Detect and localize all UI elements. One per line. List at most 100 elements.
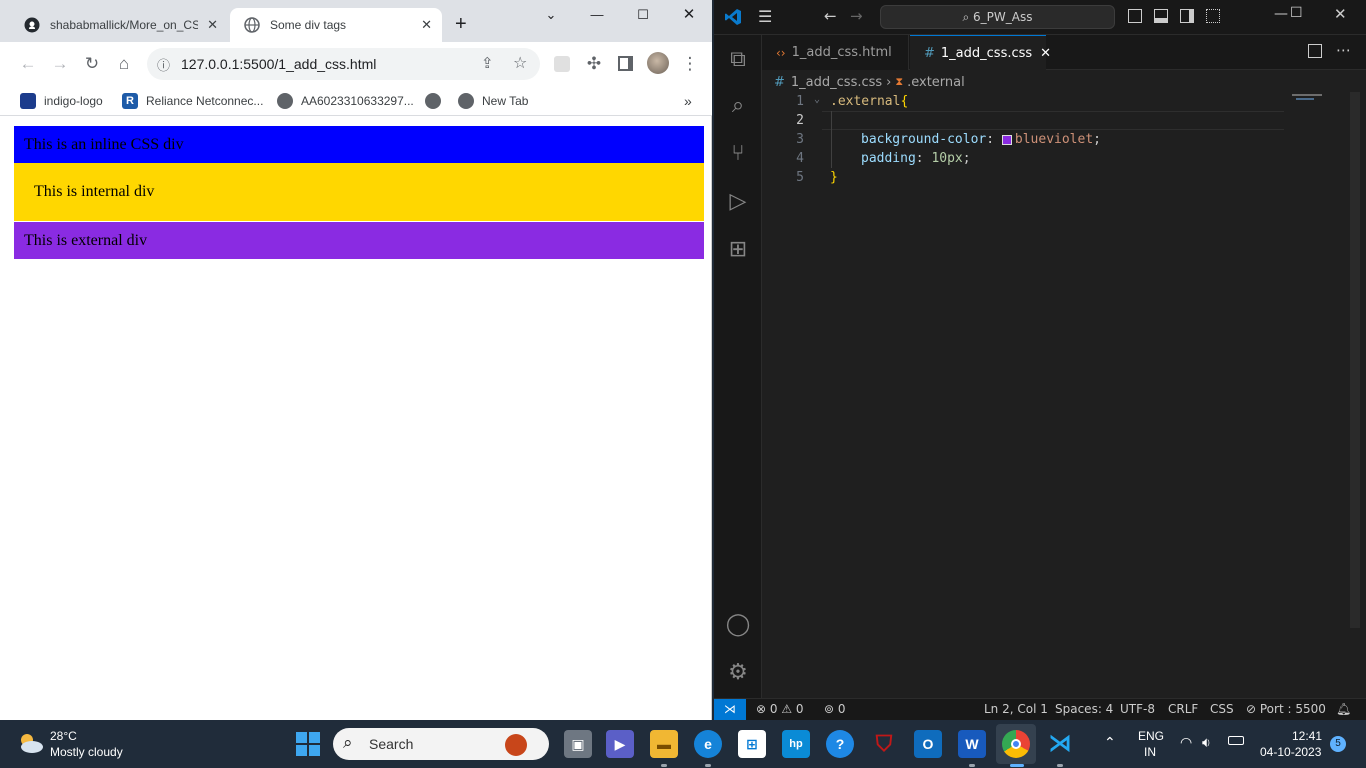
forward-arrow-icon[interactable]: → [48, 52, 72, 76]
outlook-icon[interactable]: O [914, 730, 942, 758]
microsoft-store-icon[interactable]: ⊞ [738, 730, 766, 758]
close-tab-icon[interactable]: ✕ [1040, 46, 1051, 61]
maximize-button[interactable]: ☐ [620, 4, 666, 26]
reload-icon[interactable]: ↻ [80, 52, 104, 76]
clock-time[interactable]: 12:41 [1292, 729, 1322, 743]
avatar[interactable] [647, 52, 669, 74]
language-mode[interactable]: CSS [1210, 702, 1234, 716]
bookmark-untitled[interactable] [425, 91, 449, 111]
line-number: 2 [796, 113, 804, 128]
chrome-toolbar: ← → ↻ ⌂ ⓘ 127.0.0.1:5500/1_add_css.html … [0, 42, 712, 86]
breadcrumb-file[interactable]: 1_add_css.css [791, 75, 882, 90]
notification-badge[interactable]: 5 [1330, 736, 1346, 752]
nav-forward-icon[interactable]: → [850, 7, 863, 25]
end-of-line[interactable]: CRLF [1168, 702, 1198, 716]
close-window-button[interactable]: ✕ [1334, 5, 1347, 23]
tab-html-file[interactable]: ‹› 1_add_css.html [762, 35, 909, 70]
mcafee-icon[interactable]: ⛉ [870, 730, 898, 758]
tab-css-file[interactable]: # 1_add_css.css ✕ [910, 35, 1051, 70]
myhp-icon[interactable]: hp [782, 730, 810, 758]
run-debug-icon[interactable]: ▷ [723, 187, 753, 217]
remote-window-icon[interactable]: ⋊ [714, 699, 746, 720]
maximize-button[interactable]: ☐ [1290, 5, 1303, 21]
vertical-scrollbar[interactable] [1350, 92, 1360, 628]
notifications-bell-icon[interactable]: 🔔︎ [1336, 702, 1351, 716]
vscode-icon[interactable]: ⋊ [1046, 730, 1074, 758]
back-arrow-icon[interactable]: ← [16, 52, 40, 76]
cursor-position[interactable]: Ln 2, Col 1 [984, 702, 1048, 716]
bookmarks-overflow-icon[interactable]: » [684, 91, 692, 111]
code-editor[interactable]: 1 2 3 4 5 ⌄ .external{ background-color:… [762, 92, 1360, 698]
more-actions-icon[interactable]: ⋯ [1336, 41, 1351, 59]
fold-chevron-icon[interactable]: ⌄ [814, 94, 820, 105]
line-number: 3 [796, 132, 804, 147]
color-swatch[interactable] [1001, 134, 1012, 145]
search-icon[interactable]: ⌕ [723, 91, 753, 121]
code-line-4: padding: 10px; [861, 151, 971, 166]
bookmark-indigo[interactable]: indigo-logo [20, 91, 103, 111]
wifi-icon[interactable]: ◠ [1180, 734, 1192, 751]
file-explorer-icon[interactable]: ▬ [650, 730, 678, 758]
extensions-icon[interactable]: ⊞ [723, 235, 753, 265]
command-search-box[interactable]: ⌕ 6_PW_Ass [880, 5, 1115, 29]
close-window-button[interactable]: ✕ [666, 4, 712, 26]
extension-icon[interactable] [554, 56, 570, 72]
task-view-icon[interactable]: ▣ [564, 730, 592, 758]
close-tab-icon[interactable]: ✕ [421, 17, 432, 33]
toggle-panel-icon[interactable] [1154, 9, 1168, 23]
url-text: 127.0.0.1:5500/1_add_css.html [181, 56, 377, 72]
site-info-icon[interactable]: ⓘ [157, 55, 170, 74]
show-hidden-icons-chevron[interactable]: ⌃ [1104, 734, 1116, 751]
settings-gear-icon[interactable]: ⚙ [723, 658, 753, 688]
bookmark-new-tab[interactable]: New Tab [458, 91, 528, 111]
problems-indicator[interactable]: ⊗ 0 ⚠ 0 [756, 702, 804, 716]
accounts-icon[interactable]: ◯ [723, 610, 753, 640]
encoding[interactable]: UTF-8 [1120, 702, 1155, 716]
toggle-secondary-sidebar-icon[interactable] [1180, 9, 1194, 23]
edge-icon[interactable]: e [694, 730, 722, 758]
bookmark-aa602[interactable]: AA6023310633297... [277, 91, 414, 111]
ports-indicator[interactable]: ⊚ 0 [824, 702, 846, 716]
open-brace: { [900, 94, 909, 109]
minimize-button[interactable]: — [574, 4, 620, 26]
more-menu-icon[interactable]: ⋮ [678, 52, 702, 76]
share-icon[interactable]: ⇪ [481, 54, 494, 72]
windows-start-icon[interactable] [296, 732, 320, 756]
nav-back-icon[interactable]: ← [824, 7, 837, 25]
customize-layout-icon[interactable] [1206, 9, 1220, 23]
side-panel-icon[interactable] [618, 56, 633, 71]
get-help-icon[interactable]: ? [826, 730, 854, 758]
breadcrumb-symbol[interactable]: .external [907, 75, 965, 90]
weather-widget[interactable] [16, 732, 44, 757]
hamburger-menu-icon[interactable]: ☰ [758, 7, 772, 26]
battery-icon[interactable] [1228, 736, 1244, 745]
taskbar-search[interactable]: ⌕ Search [333, 728, 549, 760]
language-indicator[interactable]: ENG [1138, 729, 1164, 743]
volume-icon[interactable]: 🔉︎ [1202, 734, 1211, 751]
minimap[interactable] [1292, 92, 1328, 102]
split-editor-icon[interactable] [1308, 44, 1322, 58]
explorer-icon[interactable]: ⧉ [723, 45, 753, 75]
bookmark-star-icon[interactable]: ☆ [513, 53, 527, 73]
bookmark-label: New Tab [482, 94, 529, 108]
word-icon[interactable]: W [958, 730, 986, 758]
css-property: background-color [861, 132, 987, 147]
chrome-icon[interactable] [1002, 730, 1030, 758]
teams-chat-icon[interactable]: ▶ [606, 730, 634, 758]
home-icon[interactable]: ⌂ [112, 52, 136, 76]
minimize-button[interactable]: — [1274, 6, 1288, 22]
tab-search-chevron-icon[interactable]: ⌄ [528, 4, 574, 26]
close-tab-icon[interactable]: ✕ [207, 17, 218, 33]
indentation[interactable]: Spaces: 4 [1055, 702, 1113, 716]
bookmark-reliance[interactable]: R Reliance Netconnec... [122, 91, 263, 111]
address-bar[interactable]: ⓘ 127.0.0.1:5500/1_add_css.html ⇪ ☆ [147, 48, 540, 80]
puzzle-extensions-icon[interactable]: ✣ [582, 52, 606, 76]
tab-title: shababmallick/More_on_CS [50, 18, 198, 32]
new-tab-button[interactable]: + [455, 13, 467, 36]
toggle-primary-sidebar-icon[interactable] [1128, 9, 1142, 23]
live-server-port[interactable]: ⊘ Port : 5500 [1246, 702, 1326, 716]
tab-github[interactable]: shababmallick/More_on_CS ✕ [10, 8, 228, 42]
source-control-icon[interactable]: ⑂ [723, 139, 753, 169]
tab-some-div-tags[interactable]: Some div tags ✕ [230, 8, 442, 42]
clock-date[interactable]: 04-10-2023 [1260, 745, 1321, 759]
